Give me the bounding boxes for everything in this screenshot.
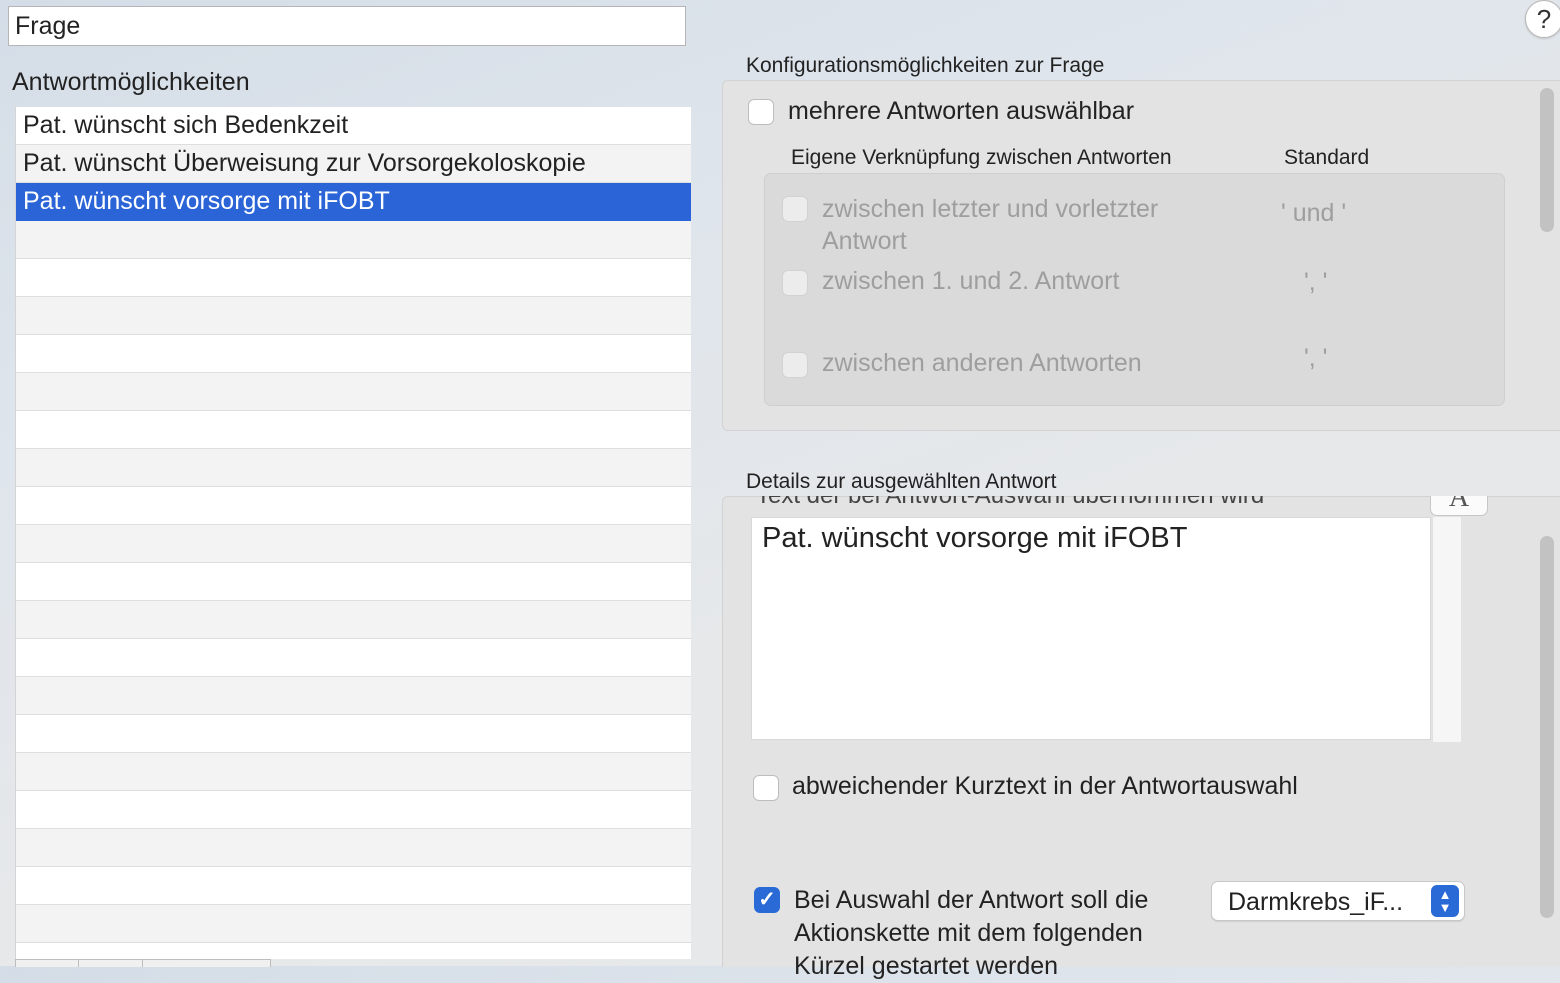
link-column-header: Eigene Verknüpfung zwischen Antworten <box>791 146 1172 169</box>
link-other-standard: ', ' <box>1304 344 1328 372</box>
details-scrollbar-thumb[interactable] <box>1540 536 1554 918</box>
help-button[interactable]: ? <box>1525 0 1560 38</box>
link-last-checkbox[interactable] <box>782 196 808 222</box>
link-other-label: zwischen anderen Antworten <box>822 349 1142 377</box>
empty-row <box>16 335 691 373</box>
link-first-checkbox[interactable] <box>782 270 808 296</box>
empty-row <box>16 563 691 601</box>
empty-row <box>16 639 691 677</box>
empty-row <box>16 411 691 449</box>
empty-row <box>16 829 691 867</box>
config-scrollbar-thumb[interactable] <box>1540 88 1554 232</box>
empty-row <box>16 753 691 791</box>
link-last-label: zwischen letzter und vorletzter Antwort <box>822 195 1159 255</box>
link-first-label: zwischen 1. und 2. Antwort <box>822 267 1120 295</box>
empty-row <box>16 297 691 335</box>
link-last-standard: ' und ' <box>1281 199 1347 227</box>
empty-row <box>16 601 691 639</box>
font-icon[interactable]: A <box>1430 496 1488 516</box>
empty-row <box>16 487 691 525</box>
empty-row <box>16 677 691 715</box>
action-chain-label[interactable]: Bei Auswahl der Antwort soll die Aktions… <box>794 884 1204 983</box>
empty-row <box>16 791 691 829</box>
short-text-label[interactable]: abweichender Kurztext in der Antwortausw… <box>792 772 1298 801</box>
config-group-title: Konfigurationsmöglichkeiten zur Frage <box>746 54 1105 77</box>
empty-row <box>16 259 691 297</box>
details-group-title: Details zur ausgewählten Antwort <box>746 470 1057 493</box>
action-chain-select[interactable]: Darmkrebs_iF... <box>1211 881 1465 921</box>
list-item[interactable]: Pat. wünscht Überweisung zur Vorsorgekol… <box>16 145 691 183</box>
list-item-selected[interactable]: Pat. wünscht vorsorge mit iFOBT <box>16 183 691 221</box>
empty-row <box>16 715 691 753</box>
short-text-checkbox[interactable] <box>753 775 779 801</box>
link-first-standard: ', ' <box>1304 268 1328 296</box>
empty-row <box>16 525 691 563</box>
text-area-scrollbar[interactable] <box>1432 517 1461 742</box>
empty-row <box>16 373 691 411</box>
standard-column-header: Standard <box>1284 146 1370 169</box>
question-field[interactable]: Frage <box>8 6 686 46</box>
answer-list[interactable]: Pat. wünscht sich Bedenkzeit Pat. wünsch… <box>15 107 691 959</box>
list-item[interactable]: Pat. wünscht sich Bedenkzeit <box>16 107 691 145</box>
answer-text-area[interactable]: Pat. wünscht vorsorge mit iFOBT <box>751 517 1431 740</box>
empty-row <box>16 905 691 943</box>
empty-row <box>16 943 691 959</box>
link-other-checkbox[interactable] <box>782 352 808 378</box>
action-chain-checkbox[interactable]: ✓ <box>754 887 780 913</box>
multiple-answers-label[interactable]: mehrere Antworten auswählbar <box>788 97 1134 126</box>
empty-row <box>16 449 691 487</box>
empty-row <box>16 867 691 905</box>
answers-heading: Antwortmöglichkeiten <box>12 68 250 96</box>
multiple-answers-checkbox[interactable] <box>748 99 774 125</box>
empty-row <box>16 221 691 259</box>
chevron-updown-icon[interactable]: ▲ ▼ <box>1431 885 1459 917</box>
